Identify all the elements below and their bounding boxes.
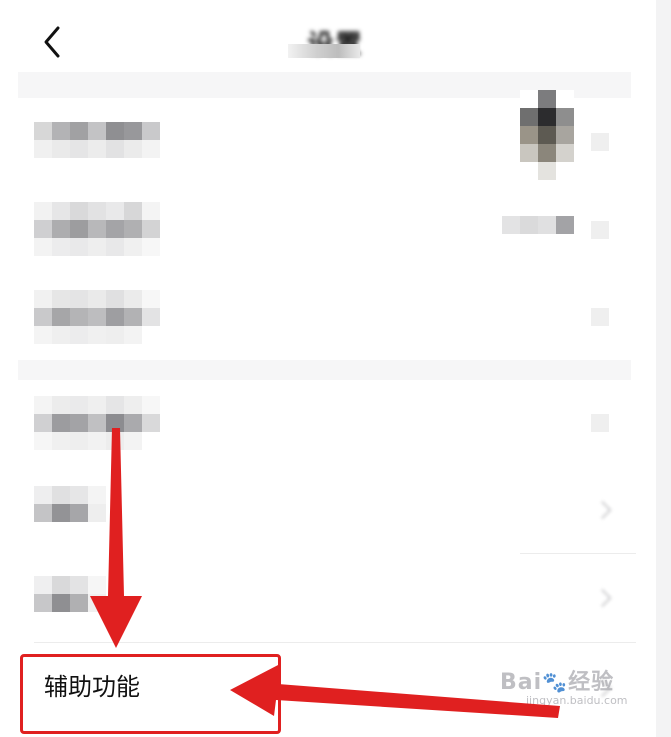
pixelated-label [34,396,160,450]
watermark-brand: Bai [500,670,543,695]
pixelated-label [34,486,106,522]
watermark-brand-suffix: 经验 [568,670,615,695]
pixelated-label [34,122,160,158]
settings-row-2[interactable] [18,186,631,274]
settings-row-6[interactable] [18,554,631,642]
section-gap [18,360,631,380]
paw-icon: 🐾 [542,670,569,694]
pixelated-value [502,216,574,234]
chevron-right-icon [591,221,609,239]
scrollbar-track [656,0,671,737]
chevron-right-icon [591,414,609,432]
chevron-right-icon [591,308,609,326]
settings-row-4[interactable] [18,380,631,466]
pixelated-label [34,290,160,344]
pixelated-label [34,576,106,612]
settings-row-3[interactable] [18,274,631,360]
pixelated-label [34,202,160,256]
navigation-bar: 设置 [0,0,671,72]
avatar [520,90,574,180]
settings-row-5[interactable] [18,466,631,554]
title-blur [288,44,360,58]
baidu-watermark: Bai🐾经验 [500,664,614,696]
highlight-box [20,654,281,734]
chevron-right-icon [593,500,612,520]
watermark-domain: jingyan.baidu.com [526,694,628,707]
chevron-right-icon [591,133,609,151]
settings-row-profile[interactable] [18,90,631,186]
chevron-right-icon [593,588,612,608]
